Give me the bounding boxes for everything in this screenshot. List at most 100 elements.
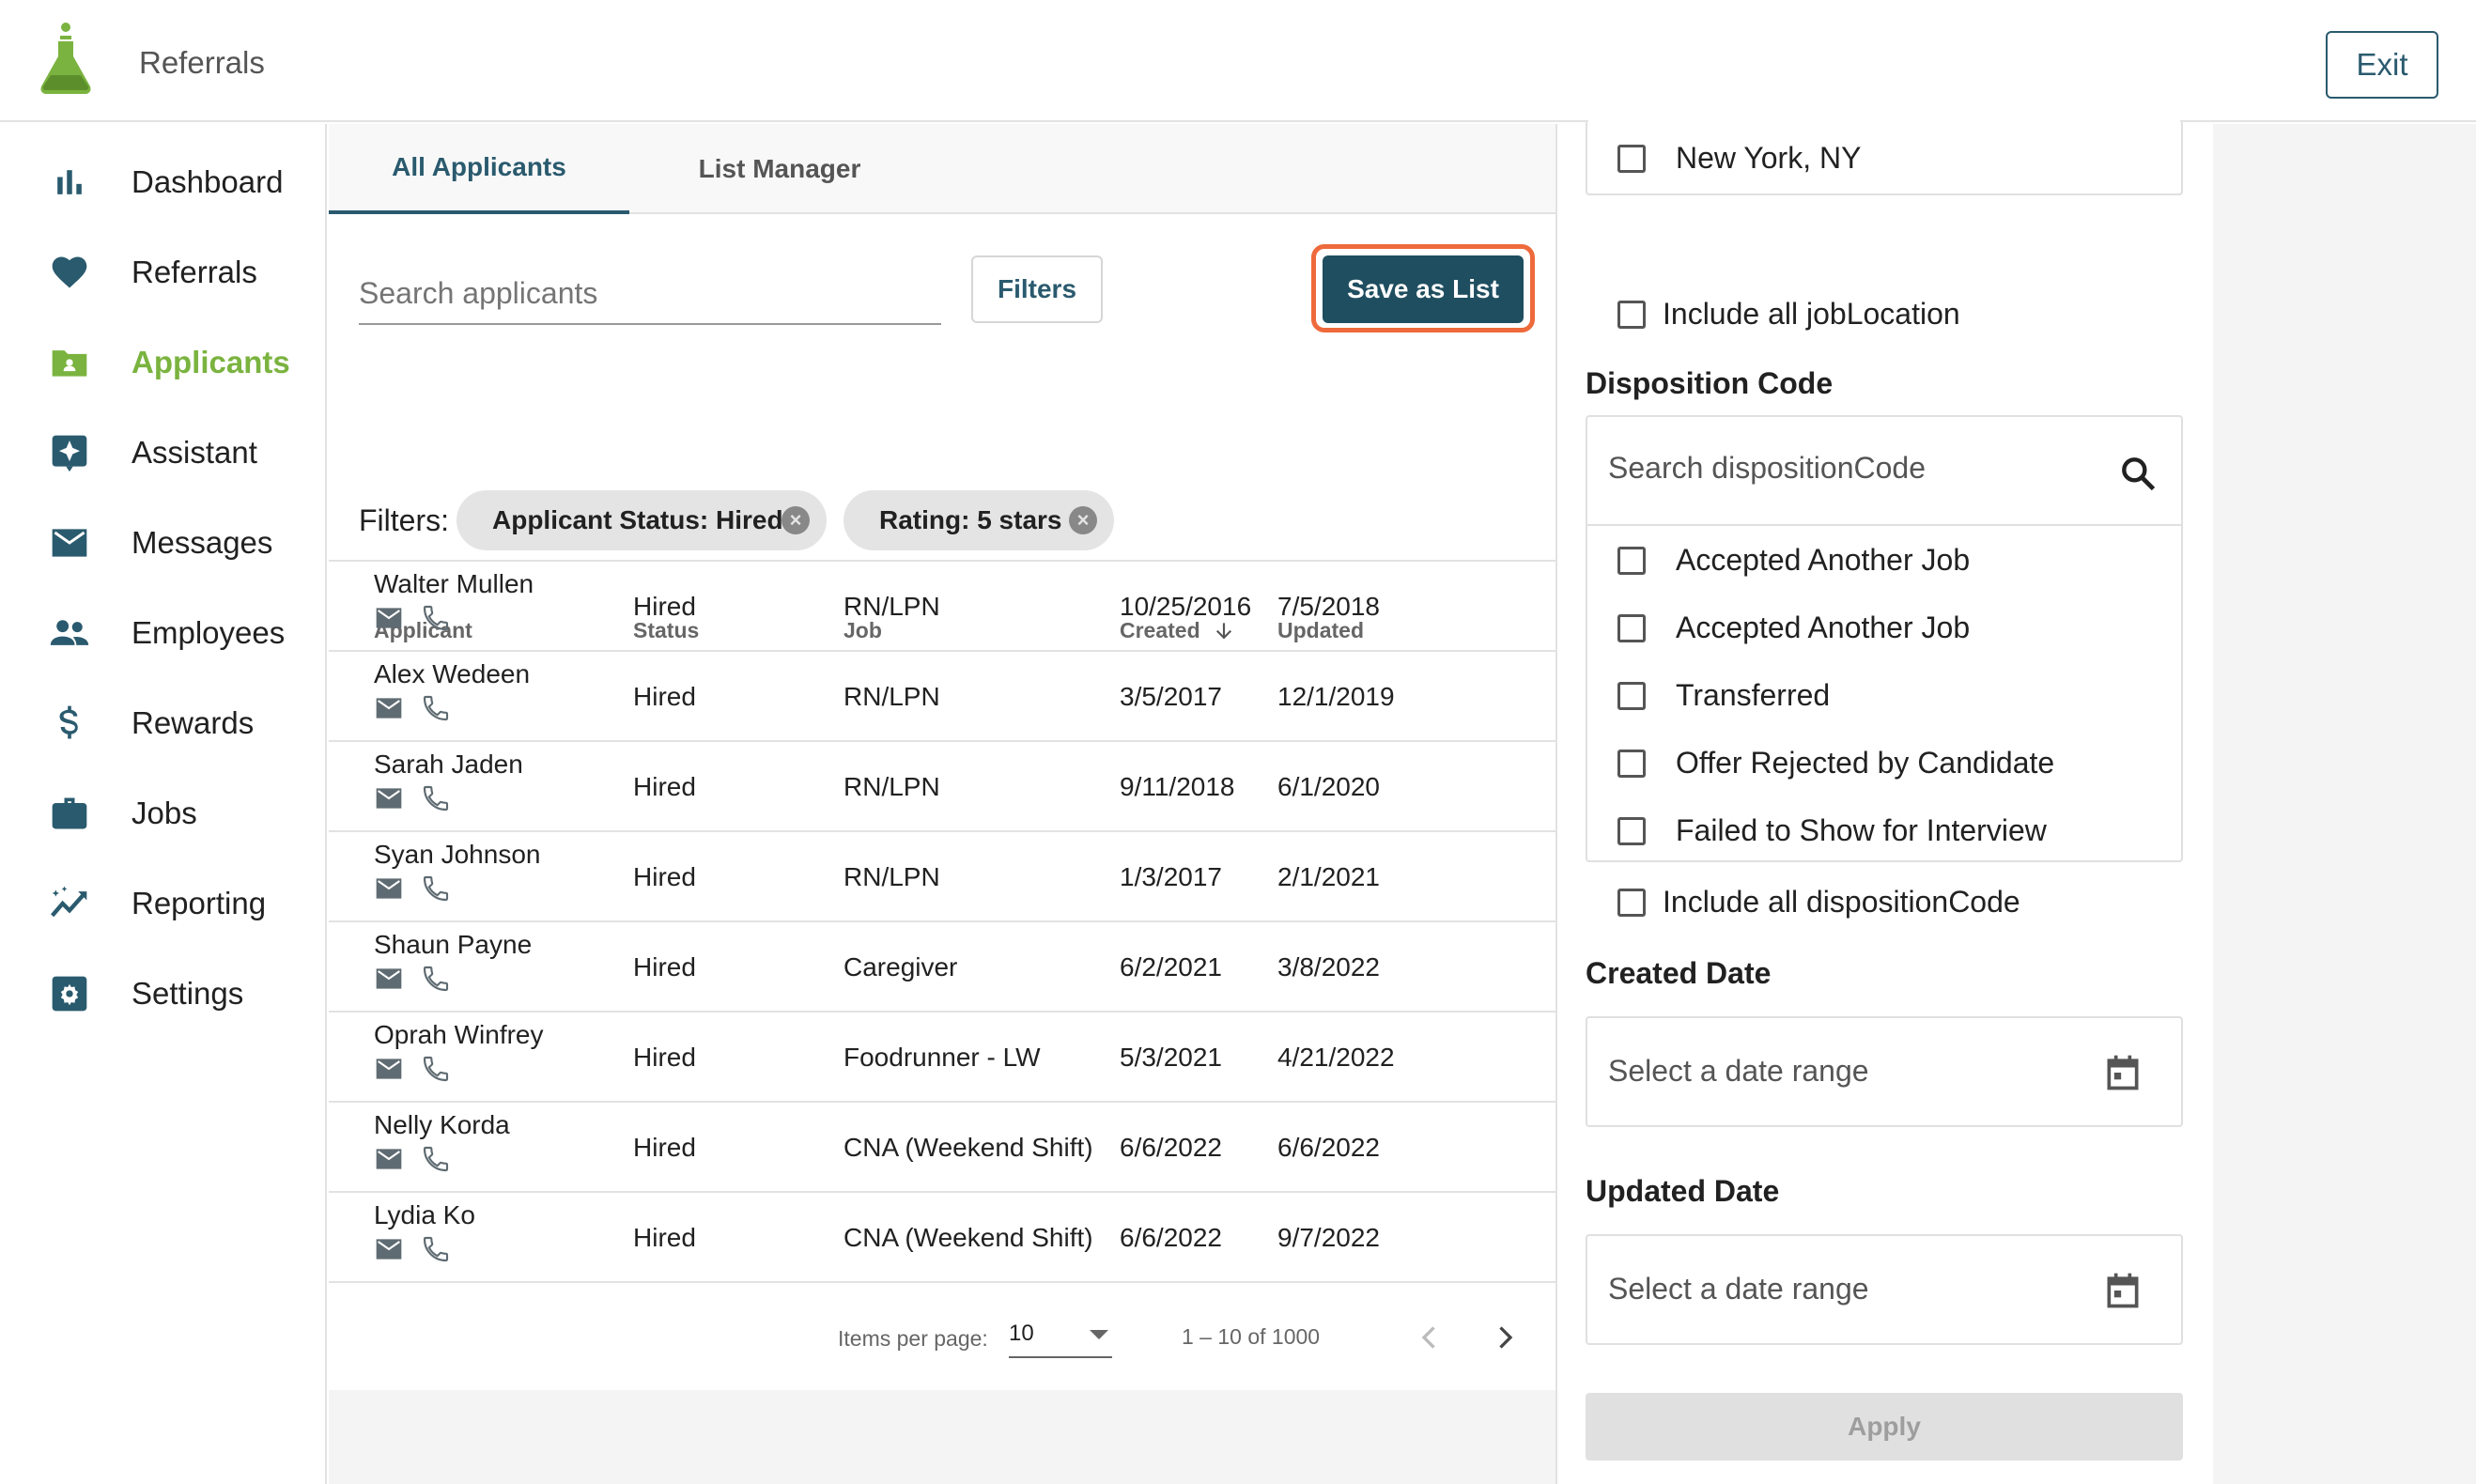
sidebar-item-dashboard[interactable]: Dashboard bbox=[0, 145, 325, 220]
mail-icon[interactable] bbox=[374, 783, 404, 813]
trend-icon bbox=[49, 883, 90, 924]
calendar-icon[interactable] bbox=[2102, 1270, 2143, 1311]
mail-icon[interactable] bbox=[374, 873, 404, 904]
table-row[interactable]: Lydia Ko Hired CNA (Weekend Shift) 6/6/2… bbox=[329, 1191, 1555, 1281]
disposition-search-input[interactable] bbox=[1608, 451, 2097, 486]
applicant-name[interactable]: Syan Johnson bbox=[374, 840, 540, 870]
applicant-name[interactable]: Nelly Korda bbox=[374, 1110, 510, 1140]
tab-all-applicants[interactable]: All Applicants bbox=[329, 124, 629, 214]
phone-icon[interactable] bbox=[421, 873, 451, 904]
mail-icon[interactable] bbox=[374, 693, 404, 723]
updated-date-field[interactable] bbox=[1586, 1234, 2183, 1345]
heart-icon bbox=[49, 252, 90, 293]
sidebar-item-assistant[interactable]: Assistant bbox=[0, 415, 325, 490]
applicant-name[interactable]: Oprah Winfrey bbox=[374, 1020, 544, 1050]
search-input[interactable] bbox=[359, 263, 941, 323]
created-date-field[interactable] bbox=[1586, 1016, 2183, 1127]
folder-user-icon bbox=[49, 342, 90, 383]
applicant-name[interactable]: Lydia Ko bbox=[374, 1200, 475, 1230]
phone-icon[interactable] bbox=[421, 1144, 451, 1174]
sidebar-item-messages[interactable]: Messages bbox=[0, 505, 325, 580]
phone-icon[interactable] bbox=[421, 693, 451, 723]
phone-icon[interactable] bbox=[421, 603, 451, 633]
table-row[interactable]: Syan Johnson Hired RN/LPN 1/3/2017 2/1/2… bbox=[329, 830, 1555, 920]
checkbox[interactable] bbox=[1617, 816, 1646, 845]
table-row[interactable]: Oprah Winfrey Hired Foodrunner - LW 5/3/… bbox=[329, 1011, 1555, 1101]
updated-cell: 12/1/2019 bbox=[1277, 682, 1395, 711]
exit-button[interactable]: Exit bbox=[2326, 31, 2438, 99]
next-page-button[interactable] bbox=[1486, 1319, 1524, 1356]
sidebar-item-label: Settings bbox=[132, 976, 244, 1011]
table-row[interactable]: Walter Mullen Hired RN/LPN 10/25/2016 7/… bbox=[329, 560, 1555, 650]
table-row[interactable]: Nelly Korda Hired CNA (Weekend Shift) 6/… bbox=[329, 1101, 1555, 1191]
mail-icon[interactable] bbox=[374, 603, 404, 633]
created-cell: 1/3/2017 bbox=[1120, 862, 1222, 891]
tab-bar: All Applicants List Manager bbox=[329, 124, 1555, 214]
page-range-label: 1 – 10 of 1000 bbox=[1182, 1324, 1321, 1349]
table-row[interactable]: Alex Wedeen Hired RN/LPN 3/5/2017 12/1/2… bbox=[329, 650, 1555, 740]
mail-icon[interactable] bbox=[374, 1144, 404, 1174]
sidebar-item-settings[interactable]: Settings bbox=[0, 956, 325, 1031]
checkbox[interactable] bbox=[1617, 888, 1646, 917]
calendar-icon[interactable] bbox=[2102, 1052, 2143, 1093]
phone-icon[interactable] bbox=[421, 783, 451, 813]
updated-cell: 7/5/2018 bbox=[1277, 592, 1380, 621]
applicant-name[interactable]: Sarah Jaden bbox=[374, 750, 523, 780]
status-cell: Hired bbox=[633, 1223, 696, 1252]
sidebar-item-reporting[interactable]: Reporting bbox=[0, 866, 325, 941]
previous-page-button[interactable] bbox=[1411, 1319, 1448, 1356]
job-cell: Foodrunner - LW bbox=[843, 1043, 1041, 1072]
applicant-name[interactable]: Alex Wedeen bbox=[374, 659, 530, 689]
include-all-disposition-code[interactable]: Include all dispositionCode bbox=[1617, 885, 2020, 920]
disposition-option[interactable]: Transferred bbox=[1617, 678, 1830, 713]
sidebar-item-label: Employees bbox=[132, 615, 286, 650]
sidebar-item-jobs[interactable]: Jobs bbox=[0, 776, 325, 851]
filters-button[interactable]: Filters bbox=[971, 255, 1103, 323]
chip-remove-icon[interactable]: × bbox=[1069, 506, 1097, 534]
mail-icon[interactable] bbox=[374, 964, 404, 994]
mail-icon[interactable] bbox=[374, 1234, 404, 1264]
sidebar-item-label: Applicants bbox=[132, 345, 290, 379]
checkbox[interactable] bbox=[1617, 546, 1646, 575]
checkbox[interactable] bbox=[1617, 144, 1646, 173]
applicant-name[interactable]: Shaun Payne bbox=[374, 930, 532, 960]
checkbox[interactable] bbox=[1617, 300, 1646, 329]
table-row[interactable]: Shaun Payne Hired Caregiver 6/2/2021 3/8… bbox=[329, 920, 1555, 1011]
disposition-option[interactable]: Accepted Another Job bbox=[1617, 611, 1970, 645]
tab-list-manager[interactable]: List Manager bbox=[629, 124, 930, 214]
sidebar-item-label: Assistant bbox=[132, 435, 257, 470]
filter-chip-label: Rating: 5 stars bbox=[879, 505, 1062, 534]
disposition-option[interactable]: Failed to Show for Interview bbox=[1617, 813, 2047, 848]
checkbox-label: Include all dispositionCode bbox=[1663, 885, 2020, 919]
updated-cell: 3/8/2022 bbox=[1277, 952, 1380, 982]
sidebar-item-referrals[interactable]: Referrals bbox=[0, 235, 325, 310]
mail-icon[interactable] bbox=[374, 1054, 404, 1084]
apply-button[interactable]: Apply bbox=[1586, 1393, 2183, 1461]
search-icon[interactable] bbox=[2117, 453, 2159, 494]
phone-icon[interactable] bbox=[421, 964, 451, 994]
sidebar-item-applicants[interactable]: Applicants bbox=[0, 325, 325, 400]
page-size-select[interactable]: 10 bbox=[1009, 1321, 1112, 1358]
checkbox[interactable] bbox=[1617, 613, 1646, 642]
sidebar-item-rewards[interactable]: Rewards bbox=[0, 686, 325, 761]
sidebar-item-label: Dashboard bbox=[132, 164, 284, 199]
chip-remove-icon[interactable]: × bbox=[781, 506, 810, 534]
phone-icon[interactable] bbox=[421, 1054, 451, 1084]
job-cell: CNA (Weekend Shift) bbox=[843, 1133, 1093, 1162]
sidebar-item-employees[interactable]: Employees bbox=[0, 595, 325, 671]
checkbox[interactable] bbox=[1617, 681, 1646, 710]
applicant-name[interactable]: Walter Mullen bbox=[374, 569, 534, 599]
updated-cell: 9/7/2022 bbox=[1277, 1223, 1380, 1252]
location-option-new-york[interactable]: New York, NY bbox=[1617, 141, 1861, 176]
disposition-option[interactable]: Accepted Another Job bbox=[1617, 543, 1970, 578]
created-date-input[interactable] bbox=[1608, 1054, 2078, 1089]
disposition-option[interactable]: Offer Rejected by Candidate bbox=[1617, 746, 2054, 781]
table-row[interactable]: Sarah Jaden Hired RN/LPN 9/11/2018 6/1/2… bbox=[329, 740, 1555, 830]
checkbox[interactable] bbox=[1617, 749, 1646, 778]
include-all-job-location[interactable]: Include all jobLocation bbox=[1617, 297, 1960, 332]
phone-icon[interactable] bbox=[421, 1234, 451, 1264]
checkbox-label: Accepted Another Job bbox=[1676, 611, 1971, 644]
save-as-list-button[interactable]: Save as List bbox=[1323, 255, 1524, 323]
updated-date-input[interactable] bbox=[1608, 1272, 2078, 1306]
created-cell: 6/6/2022 bbox=[1120, 1133, 1222, 1162]
